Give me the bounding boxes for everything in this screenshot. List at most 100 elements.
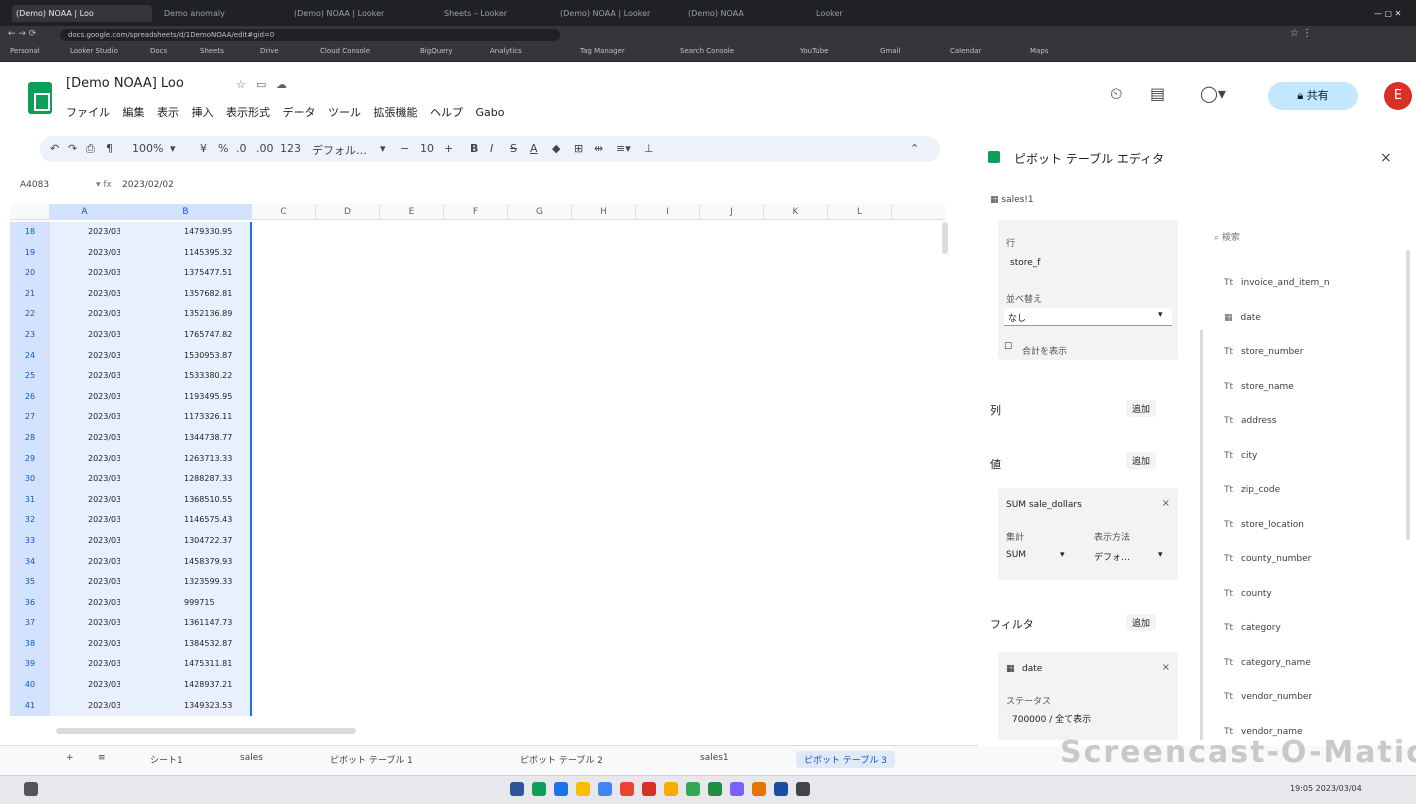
summarize-select[interactable]: SUM [1006, 550, 1026, 560]
cloud-status-icon[interactable]: ☁ [276, 78, 287, 91]
app-icon[interactable] [796, 782, 810, 796]
row-number[interactable]: 18 [10, 222, 50, 243]
cell-date[interactable]: 2023/03/15 [50, 427, 120, 449]
app-icon[interactable] [708, 782, 722, 796]
url-input[interactable]: docs.google.com/spreadsheets/d/1DemoNOAA… [60, 29, 560, 41]
sheet-tab[interactable]: ピボット テーブル 2 [520, 753, 603, 766]
fields-search[interactable]: ⌕ 検索 [1214, 230, 1240, 243]
add-value-button[interactable]: 追加 [1126, 452, 1157, 469]
row-number[interactable]: 32 [10, 510, 50, 531]
star-icon[interactable]: ☆ [236, 78, 246, 91]
row-number[interactable]: 29 [10, 448, 50, 470]
browser-tab[interactable]: Looker [812, 5, 892, 22]
row-number[interactable]: 21 [10, 283, 50, 305]
all-sheets-icon[interactable]: ≡ [98, 753, 106, 763]
cell-date[interactable]: 2023/03/16 [50, 448, 120, 470]
column-header[interactable]: B [120, 204, 252, 220]
cell-value[interactable]: 1533380.22 [120, 366, 252, 387]
cell-date[interactable]: 2023/03/27 [50, 613, 120, 634]
currency-icon[interactable]: ¥ [200, 142, 207, 155]
row-number[interactable]: 27 [10, 407, 50, 428]
chevron-down-icon[interactable]: ▾ [170, 142, 176, 155]
bookmark[interactable]: BigQuery [420, 47, 452, 55]
formula-input[interactable]: 2023/02/02 [122, 180, 174, 190]
document-title[interactable]: [Demo NOAA] Loo [66, 76, 184, 91]
row-number[interactable]: 38 [10, 633, 50, 655]
cell-value[interactable]: 1304722.37 [120, 530, 252, 552]
row-number[interactable]: 19 [10, 242, 50, 264]
row-number[interactable]: 35 [10, 572, 50, 593]
cell-value[interactable]: 1375477.51 [120, 263, 252, 284]
extensions-icon[interactable]: ☆ ⋮ [1290, 28, 1312, 39]
horizontal-scrollbar[interactable] [56, 728, 356, 734]
cell-value[interactable]: 1146575.43 [120, 510, 252, 531]
bookmark[interactable]: Looker Studio [70, 47, 118, 55]
checkbox-icon[interactable]: ☐ [1004, 342, 1012, 352]
app-icon[interactable] [686, 782, 700, 796]
decimal-increase-icon[interactable]: .00 [256, 142, 274, 155]
cell-value[interactable]: 1323599.33 [120, 572, 252, 593]
panel-divider[interactable] [1200, 330, 1203, 740]
pivot-field-item[interactable]: Tt store_name [1224, 382, 1392, 392]
column-header[interactable]: C [252, 204, 316, 220]
menu-view[interactable]: 表示 [157, 106, 179, 119]
cell-date[interactable]: 2023/03/14 [50, 407, 120, 428]
sheet-tab[interactable]: sales [240, 753, 263, 763]
fields-scrollbar[interactable] [1406, 250, 1410, 540]
close-icon[interactable]: × [1380, 150, 1392, 166]
cell-date[interactable]: 2023/03/06 [50, 324, 120, 346]
bookmark[interactable]: Cloud Console [320, 47, 370, 55]
bookmark[interactable]: Sheets [200, 47, 224, 55]
app-icon[interactable] [620, 782, 634, 796]
app-icon[interactable] [576, 782, 590, 796]
cell-date[interactable]: 2023/03/18 [50, 489, 120, 511]
column-header[interactable]: G [508, 204, 572, 220]
column-header[interactable]: K [764, 204, 828, 220]
chevron-down-icon[interactable]: ▾ [380, 142, 386, 155]
row-number[interactable]: 22 [10, 304, 50, 325]
pivot-range[interactable]: ▦ sales!1 [990, 195, 1034, 205]
row-number[interactable]: 40 [10, 675, 50, 696]
sheet-tab[interactable]: シート1 [150, 753, 183, 766]
cell-date[interactable]: 2023/03/01 [50, 263, 120, 284]
app-icon[interactable] [510, 782, 524, 796]
cell-date[interactable]: 2023/03/29 [50, 654, 120, 676]
bookmark[interactable]: YouTube [800, 47, 828, 55]
cell-value[interactable]: 1357682.81 [120, 283, 252, 305]
column-header[interactable]: E [380, 204, 444, 220]
app-icon[interactable] [532, 782, 546, 796]
row-number[interactable]: 26 [10, 386, 50, 408]
merge-cells-icon[interactable]: ⇹ [594, 142, 603, 155]
percent-icon[interactable]: % [218, 142, 228, 155]
collapse-toolbar-icon[interactable]: ⌃ [910, 142, 919, 155]
decimal-decrease-icon[interactable]: .0 [236, 142, 247, 155]
folder-icon[interactable] [664, 782, 678, 796]
paint-format-icon[interactable]: ¶ [106, 142, 113, 155]
show-as-select[interactable]: デフォ… [1094, 550, 1130, 563]
cell-value[interactable]: 1479330.95 [120, 222, 252, 243]
app-icon[interactable] [774, 782, 788, 796]
row-number[interactable]: 36 [10, 592, 50, 614]
cell-value[interactable]: 1368510.55 [120, 489, 252, 511]
row-number[interactable]: 33 [10, 530, 50, 552]
font-size-input[interactable]: 10 [420, 142, 434, 155]
borders-icon[interactable]: ⊞ [574, 142, 583, 155]
column-header[interactable]: L [828, 204, 892, 220]
column-header[interactable]: F [444, 204, 508, 220]
sheet-tab-active[interactable]: ピボット テーブル 3 [796, 751, 895, 768]
start-icon[interactable] [24, 782, 38, 796]
cell-date[interactable]: 2023/03/21 [50, 551, 120, 573]
cell-date[interactable]: 2023/03/02 [50, 242, 120, 264]
column-header[interactable]: J [700, 204, 764, 220]
share-button[interactable]: 🔒︎ 共有 [1268, 82, 1358, 110]
font-select[interactable]: デフォル… [312, 142, 367, 158]
row-number[interactable]: 37 [10, 613, 50, 634]
cell-date[interactable]: 2023/03/24 [50, 592, 120, 614]
more-formats-icon[interactable]: 123 [280, 142, 301, 155]
align-icon[interactable]: ≡▾ [616, 142, 631, 155]
cell-value[interactable]: 1288287.33 [120, 469, 252, 490]
row-number[interactable]: 24 [10, 345, 50, 367]
avatar[interactable]: E [1384, 82, 1412, 110]
pivot-field-item[interactable]: Tt county [1224, 589, 1392, 599]
pivot-field-item[interactable]: ▦ date [1224, 313, 1392, 323]
